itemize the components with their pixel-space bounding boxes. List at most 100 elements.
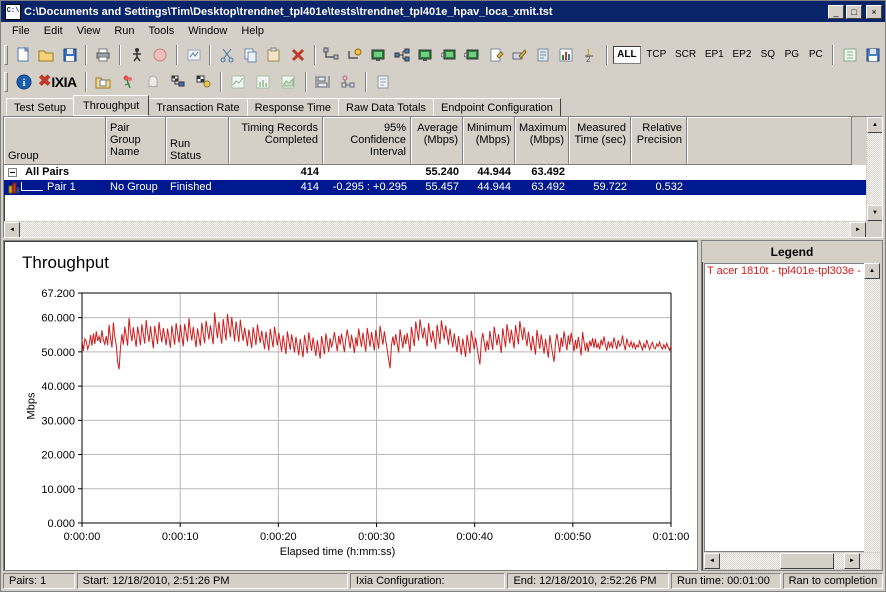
- stop-icon[interactable]: [149, 44, 171, 66]
- column-header-average[interactable]: Average (Mbps): [411, 117, 463, 165]
- script-note-icon[interactable]: [532, 44, 554, 66]
- table-row[interactable]: Pair 1 No Group Finished 414 -0.295 : +0…: [4, 180, 882, 195]
- delete-icon[interactable]: [287, 44, 309, 66]
- tab-transaction-rate[interactable]: Transaction Rate: [148, 98, 248, 116]
- status-run-time: Run time: 00:01:00: [670, 573, 781, 589]
- legend-scroll-up-arrow[interactable]: ▲: [864, 263, 880, 279]
- scrollbar-corner: [866, 221, 882, 237]
- close-button[interactable]: ×: [866, 4, 882, 19]
- grid-vertical-scrollbar[interactable]: ▲ ▼: [866, 117, 882, 221]
- save-icon[interactable]: [59, 44, 81, 66]
- menu-item-edit[interactable]: Edit: [37, 23, 70, 39]
- toolbar-grip[interactable]: [4, 71, 8, 92]
- chart-area-icon[interactable]: [277, 71, 300, 93]
- scroll-right-arrow[interactable]: ►: [850, 222, 866, 237]
- column-header-measured-time[interactable]: Measured Time (sec): [569, 117, 631, 165]
- grid-horizontal-scrollbar[interactable]: ◄ ►: [4, 221, 866, 237]
- filter-pc-button[interactable]: PC: [805, 46, 827, 64]
- run-icon[interactable]: [126, 44, 148, 66]
- svg-text:40.000: 40.000: [41, 381, 75, 393]
- monitor2-icon[interactable]: [415, 44, 437, 66]
- checkered-flag-icon[interactable]: [192, 71, 215, 93]
- save-report-icon[interactable]: [862, 44, 884, 66]
- checkered-flag-network-icon[interactable]: [167, 71, 190, 93]
- filter-pg-button[interactable]: PG: [781, 46, 803, 64]
- cut-icon[interactable]: [216, 44, 238, 66]
- distribute-icon[interactable]: [337, 71, 360, 93]
- pencil-icon[interactable]: [509, 44, 531, 66]
- flower-icon[interactable]: [117, 71, 140, 93]
- edit-script-icon[interactable]: [485, 44, 507, 66]
- status-start-time: Start: 12/18/2010, 2:51:26 PM: [76, 573, 348, 589]
- table-row[interactable]: All Pairs 414 55.240 44.944 63.492: [4, 165, 882, 180]
- svg-text:20.000: 20.000: [41, 450, 75, 462]
- toolbar-separator: [219, 71, 222, 92]
- menu-item-view[interactable]: View: [70, 23, 108, 39]
- results-icon[interactable]: [183, 44, 205, 66]
- chart-bar-icon[interactable]: [252, 71, 275, 93]
- tab-endpoint-configuration[interactable]: Endpoint Configuration: [432, 98, 561, 116]
- column-header-maximum[interactable]: Maximum (Mbps): [515, 117, 569, 165]
- tab-test-setup[interactable]: Test Setup: [6, 98, 74, 116]
- chart-line-icon[interactable]: [227, 71, 250, 93]
- monitor-icon[interactable]: [368, 44, 390, 66]
- column-header-timing-records[interactable]: Timing Records Completed: [229, 117, 323, 165]
- menu-item-tools[interactable]: Tools: [142, 23, 182, 39]
- tab-raw-data-totals[interactable]: Raw Data Totals: [338, 98, 434, 116]
- column-header-group[interactable]: Group: [4, 117, 106, 165]
- column-header-minimum[interactable]: Minimum (Mbps): [463, 117, 515, 165]
- scroll-up-arrow[interactable]: ▲: [867, 117, 882, 133]
- menu-item-help[interactable]: Help: [234, 23, 271, 39]
- info-icon[interactable]: i: [12, 71, 35, 93]
- align-icon[interactable]: [312, 71, 335, 93]
- column-header-pair-group-name[interactable]: Pair Group Name: [106, 117, 166, 165]
- filter-ep1-button[interactable]: EP1: [701, 46, 727, 64]
- legend-scroll-track[interactable]: [864, 279, 880, 552]
- legend-scroll-thumb[interactable]: [780, 553, 834, 569]
- scroll-left-arrow[interactable]: ◄: [4, 222, 20, 237]
- scroll-down-arrow[interactable]: ▼: [867, 205, 882, 221]
- legend-vertical-scrollbar[interactable]: ▲: [864, 263, 880, 552]
- menu-item-window[interactable]: Window: [181, 23, 234, 39]
- maximize-button[interactable]: □: [846, 4, 862, 19]
- paste-icon[interactable]: [264, 44, 286, 66]
- legend-item[interactable]: T acer 1810t - tpl401e-tpl303e - d: [705, 264, 879, 278]
- chart-title: Throughput: [22, 253, 109, 272]
- minimize-button[interactable]: _: [828, 4, 844, 19]
- endpoint-pair-icon[interactable]: [321, 44, 343, 66]
- toolbar-grip[interactable]: [4, 44, 8, 65]
- application-window: C:\ C:\Documents and Settings\Tim\Deskto…: [0, 0, 886, 592]
- expander-icon[interactable]: [8, 167, 17, 177]
- filter-tcp-button[interactable]: TCP: [643, 46, 670, 64]
- legend-scroll-right-arrow[interactable]: ►: [844, 553, 860, 569]
- document-icon[interactable]: [372, 71, 395, 93]
- monitor3-icon[interactable]: [438, 44, 460, 66]
- copy-icon[interactable]: [240, 44, 262, 66]
- legend-horizontal-scrollbar[interactable]: ◄ ►: [704, 553, 880, 569]
- legend-scroll-left-arrow[interactable]: ◄: [704, 553, 720, 569]
- filter-ep2-button[interactable]: EP2: [729, 46, 755, 64]
- row-pair-group-name: No Group: [110, 181, 158, 193]
- open-folder-icon[interactable]: [35, 44, 57, 66]
- export-csv-icon[interactable]: [839, 44, 861, 66]
- filter-all-button[interactable]: ALL: [612, 45, 641, 64]
- number-format-icon[interactable]: 12: [579, 44, 601, 66]
- throughput-chart-panel: Throughput Mbps 0.000 10.000 20.000 30.000 4…: [3, 240, 698, 571]
- menu-item-file[interactable]: File: [5, 23, 37, 39]
- chart-compare-icon[interactable]: [556, 44, 578, 66]
- print-icon[interactable]: [92, 44, 114, 66]
- menu-item-run[interactable]: Run: [107, 23, 141, 39]
- filter-scr-button[interactable]: SCR: [672, 46, 700, 64]
- tab-response-time[interactable]: Response Time: [246, 98, 340, 116]
- tab-throughput[interactable]: Throughput: [72, 95, 150, 116]
- ghost-icon[interactable]: [142, 71, 165, 93]
- column-header-relative-precision[interactable]: Relative Precision: [631, 117, 687, 165]
- open-test-icon[interactable]: [92, 71, 115, 93]
- new-file-icon[interactable]: [12, 44, 34, 66]
- column-header-run-status[interactable]: Run Status: [166, 117, 229, 165]
- endpoint-phone-icon[interactable]: [344, 44, 366, 66]
- monitor4-icon[interactable]: [462, 44, 484, 66]
- filter-sq-button[interactable]: SQ: [757, 46, 779, 64]
- column-header-confidence-interval[interactable]: 95% Confidence Interval: [323, 117, 411, 165]
- network-node-icon[interactable]: [391, 44, 413, 66]
